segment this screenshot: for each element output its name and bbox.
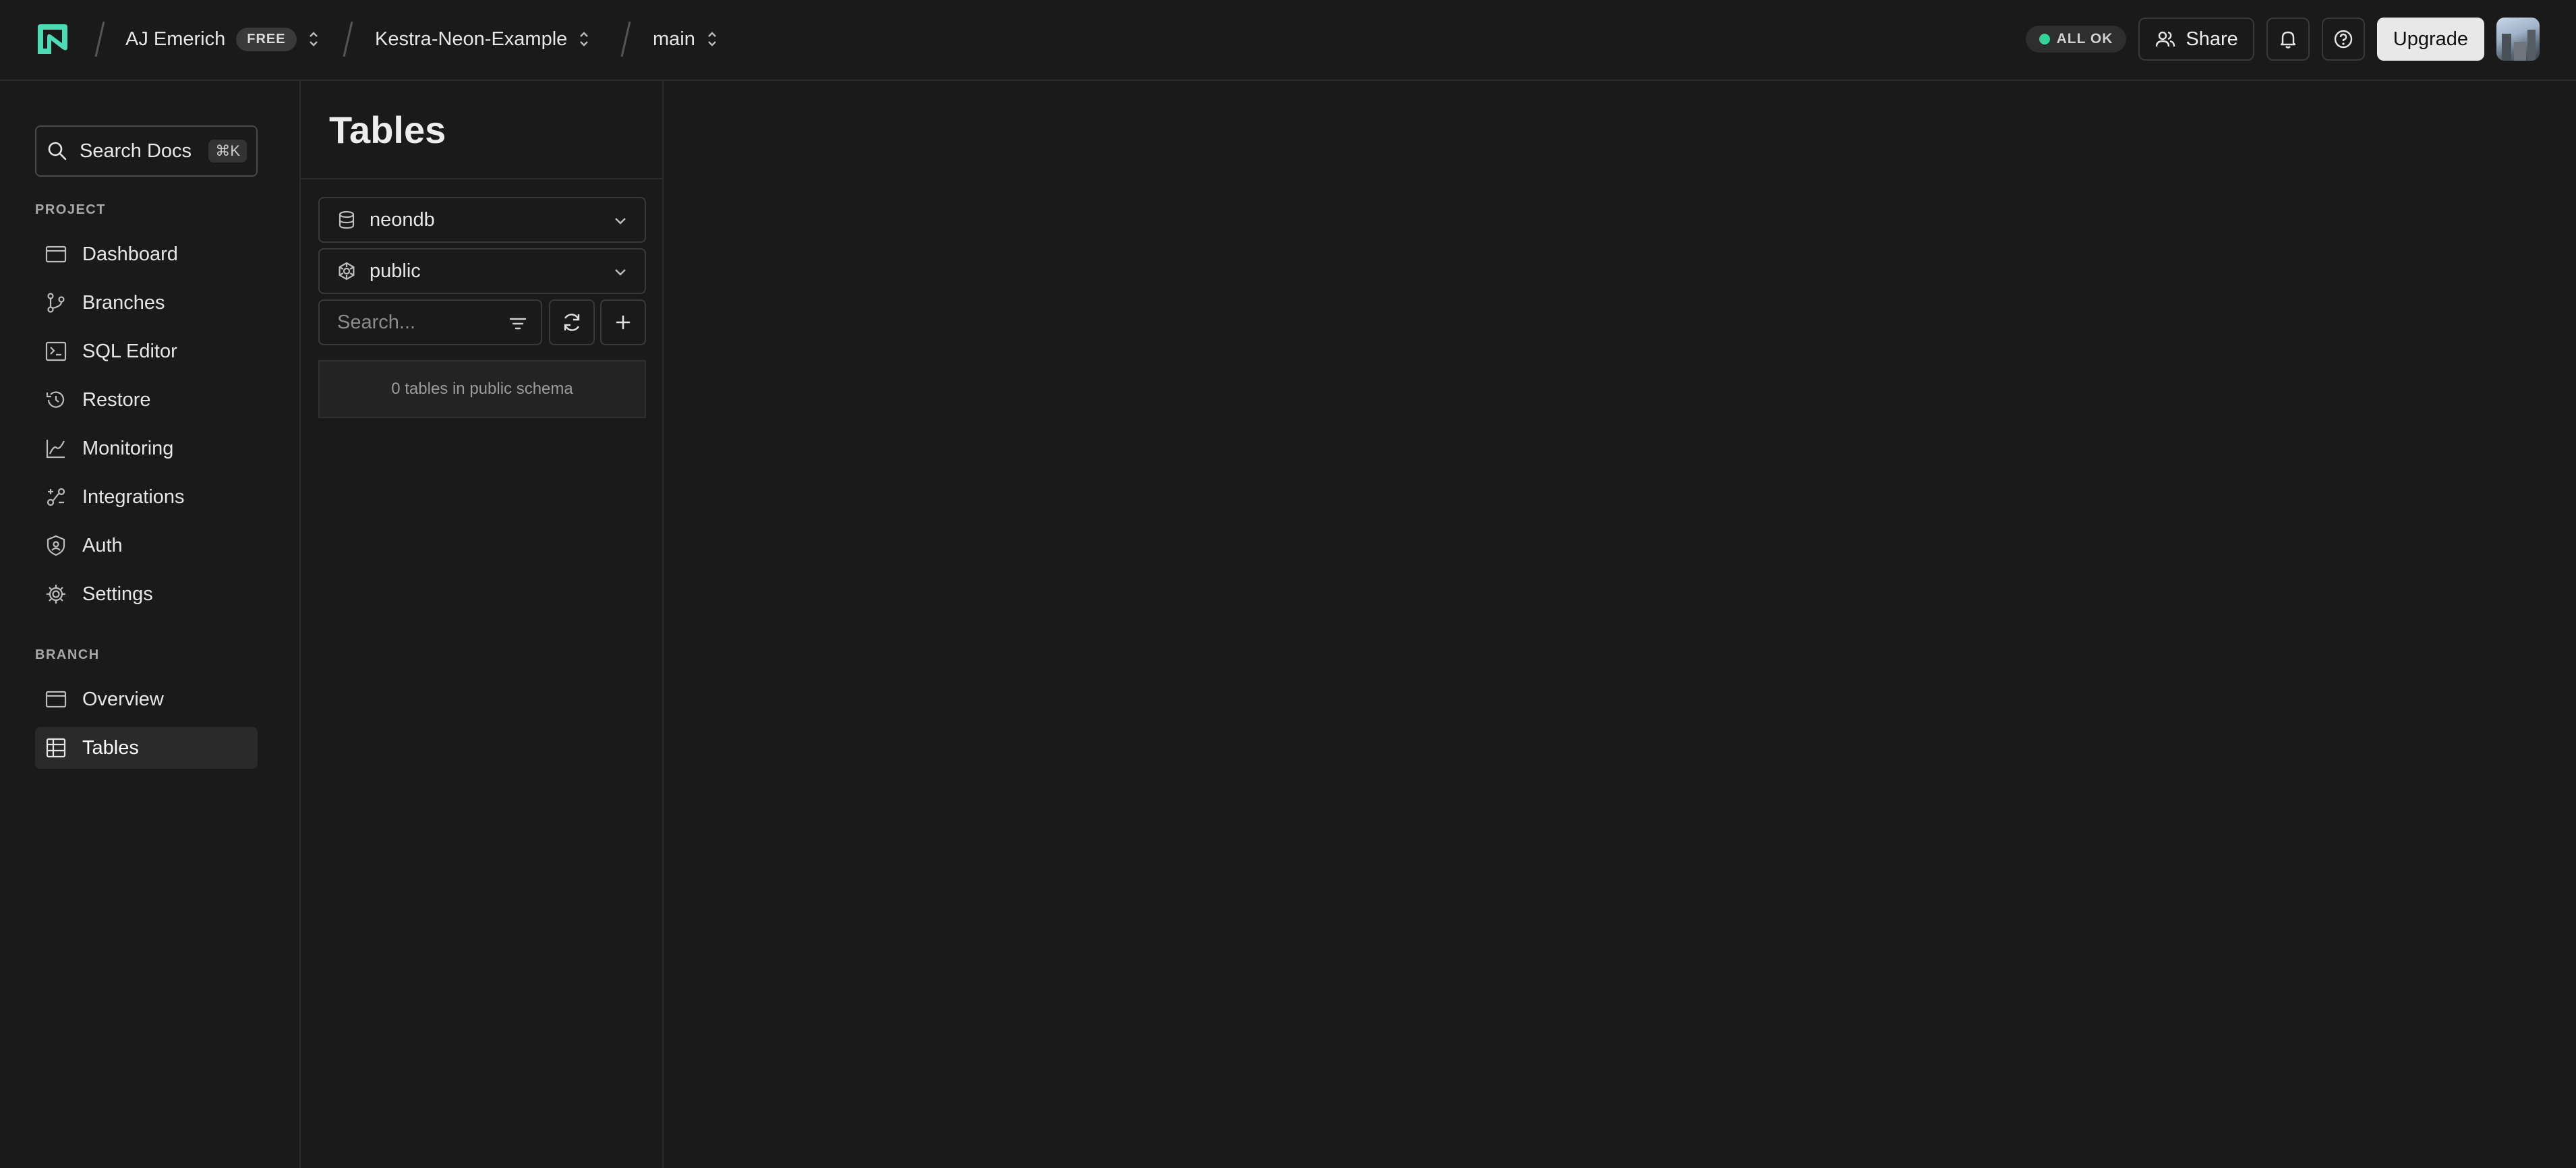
sidebar-item-integrations[interactable]: Integrations [35,476,258,518]
filter-icon[interactable] [507,313,529,334]
tables-panel: Tables neondb public Search... 0 tables … [301,81,664,1168]
schema-select-value: public [370,260,421,282]
sidebar-item-label: Restore [82,388,151,411]
share-label: Share [2186,28,2238,50]
restore-icon [46,391,65,408]
sidebar-item-dashboard[interactable]: Dashboard [35,233,258,275]
status-dot-icon [2039,34,2050,45]
notifications-button[interactable] [2266,18,2310,61]
org-name: AJ Emerich [125,28,226,50]
sidebar-item-settings[interactable]: Settings [35,573,258,615]
help-circle-icon [2334,30,2352,49]
sidebar: Search Docs ⌘K PROJECT Dashboard Branche… [0,81,301,1168]
sidebar-item-tables[interactable]: Tables [35,727,258,769]
auth-icon [47,535,65,556]
neon-logo-icon[interactable] [34,20,71,58]
sidebar-item-label: SQL Editor [82,340,177,362]
empty-tables-message: 0 tables in public schema [318,360,646,418]
users-icon [2156,31,2175,47]
search-docs-label: Search Docs [80,140,192,162]
table-search-field[interactable] [318,299,542,345]
bell-icon [2280,31,2295,49]
project-section-label: PROJECT [35,202,106,217]
user-avatar[interactable] [2496,18,2540,61]
breadcrumb-separator [94,21,105,57]
table-search-input[interactable] [336,310,500,334]
search-icon [48,142,67,160]
search-docs-button[interactable]: Search Docs ⌘K [35,125,258,177]
sidebar-item-label: Monitoring [82,437,174,459]
status-text: ALL OK [2056,31,2113,47]
refresh-button[interactable] [549,299,595,345]
sidebar-item-label: Branches [82,291,165,314]
table-search-row [318,299,646,345]
page-title: Tables [329,109,446,151]
dashboard-icon [45,245,67,263]
breadcrumb-separator [343,21,353,57]
panel-header: Tables [301,81,662,179]
top-bar: AJ Emerich FREE Kestra-Neon-Example main… [0,0,2576,81]
status-badge[interactable]: ALL OK [2025,26,2127,53]
sidebar-item-label: Integrations [82,486,185,508]
database-select-value: neondb [370,208,435,231]
branch-switcher[interactable]: main [653,0,718,78]
sidebar-item-overview[interactable]: Overview [35,678,258,720]
chevron-up-down-icon [580,32,589,47]
help-button[interactable] [2321,18,2365,61]
breadcrumb-separator [620,21,631,57]
sidebar-item-branches[interactable]: Branches [35,282,258,324]
sidebar-item-label: Auth [82,534,123,556]
sidebar-item-label: Settings [82,583,153,605]
project-switcher[interactable]: Kestra-Neon-Example [375,0,590,78]
integrations-icon [47,488,65,506]
branches-icon [47,293,65,313]
database-select[interactable]: neondb [318,197,646,243]
chevron-up-down-icon [309,32,318,47]
chevron-up-down-icon [708,32,716,47]
schema-select[interactable]: public [318,248,646,294]
sidebar-item-monitoring[interactable]: Monitoring [35,428,258,469]
share-button[interactable]: Share [2138,18,2254,61]
upgrade-button[interactable]: Upgrade [2376,18,2484,61]
branch-name: main [653,28,695,50]
sidebar-item-sql-editor[interactable]: SQL Editor [35,330,258,372]
overview-icon [45,691,67,708]
monitoring-icon [46,440,65,459]
sidebar-item-label: Overview [82,688,164,710]
sidebar-item-restore[interactable]: Restore [35,379,258,421]
chevron-down-icon [615,218,626,225]
org-switcher[interactable]: AJ Emerich FREE [125,0,320,78]
schema-icon [339,262,355,281]
tables-icon [46,738,66,758]
search-shortcut: ⌘K [208,140,247,163]
sidebar-item-label: Dashboard [82,243,178,265]
plan-badge: FREE [236,27,297,51]
sidebar-item-auth[interactable]: Auth [35,525,258,566]
project-name: Kestra-Neon-Example [375,28,568,50]
plus-icon [616,315,631,330]
database-icon [339,210,355,229]
sidebar-item-label: Tables [82,736,139,759]
sql-editor-icon [45,341,67,361]
refresh-icon [564,314,580,331]
settings-icon [47,585,65,604]
branch-section-label: BRANCH [35,647,100,662]
add-table-button[interactable] [600,299,646,345]
main-content-area [664,81,2576,1168]
top-right-actions: ALL OK Share Upgrade [2025,16,2540,62]
chevron-down-icon [615,269,626,276]
